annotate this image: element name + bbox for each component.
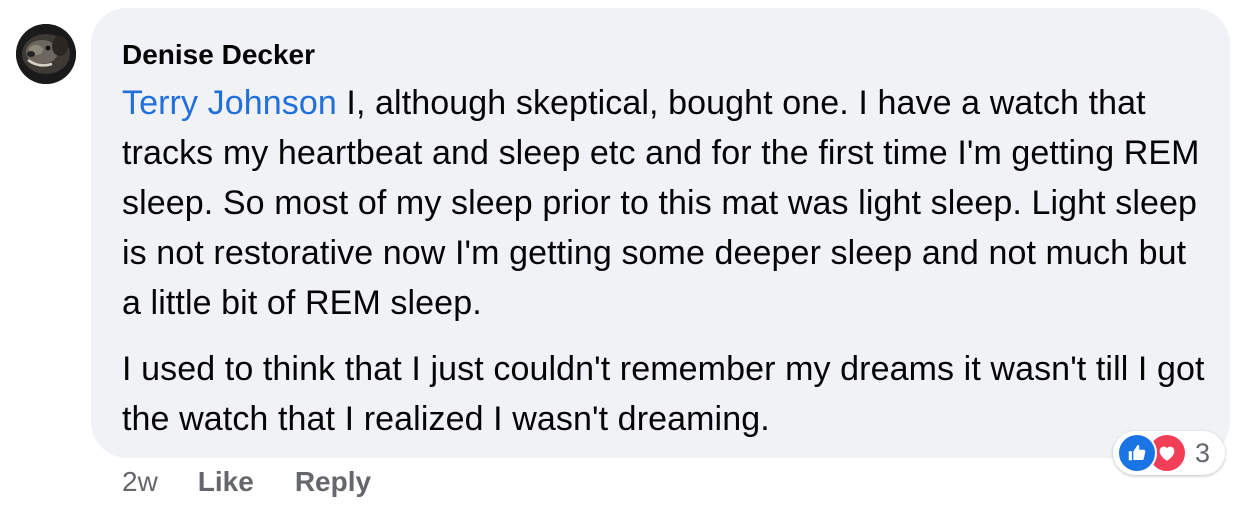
comment-paragraph-1: Terry Johnson I, although skeptical, bou… xyxy=(122,78,1210,328)
comment-bubble: Denise Decker Terry Johnson I, although … xyxy=(91,8,1230,458)
reaction-count: 3 xyxy=(1195,437,1211,468)
mention-link[interactable]: Terry Johnson xyxy=(122,84,337,122)
dog-avatar-image xyxy=(16,24,76,84)
reactions-summary[interactable]: 3 xyxy=(1113,431,1225,475)
comment-actions: 2w Like Reply xyxy=(122,462,412,502)
comment-paragraph-2: I used to think that I just couldn't rem… xyxy=(122,350,1205,438)
reply-button[interactable]: Reply xyxy=(295,466,371,498)
avatar[interactable] xyxy=(16,24,76,84)
thumbs-up-icon xyxy=(1117,433,1157,473)
comment-timestamp[interactable]: 2w xyxy=(122,466,158,498)
comment-container: Denise Decker Terry Johnson I, although … xyxy=(0,0,1250,510)
comment-author[interactable]: Denise Decker xyxy=(122,38,1210,72)
like-button[interactable]: Like xyxy=(198,466,254,498)
